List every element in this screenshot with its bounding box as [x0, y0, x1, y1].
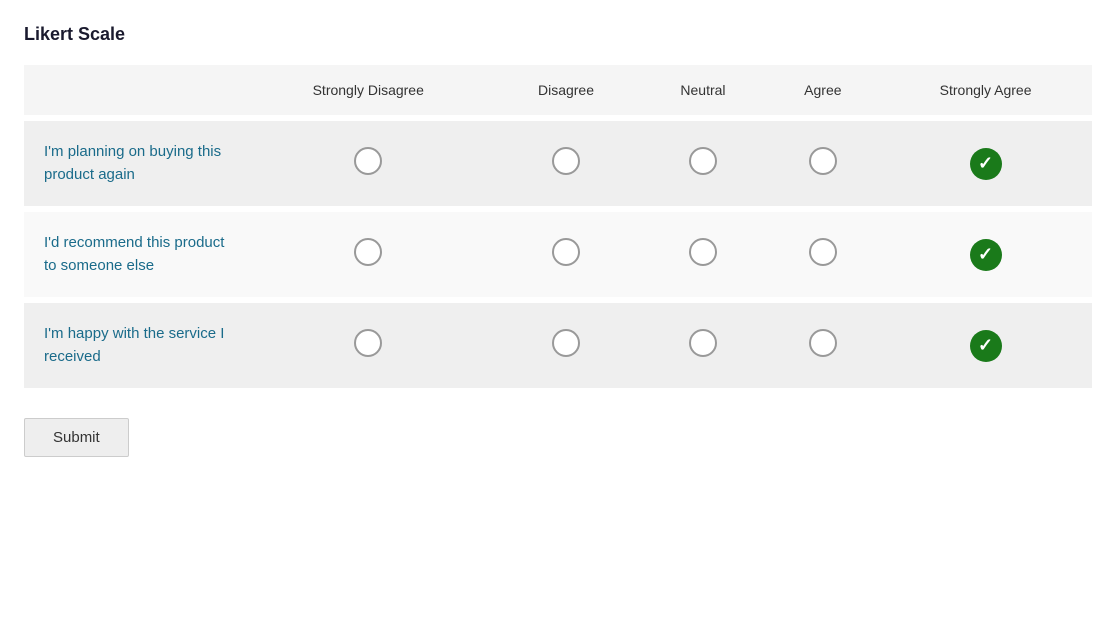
radio-cell-2-neutral[interactable]	[639, 300, 766, 388]
radio-unchecked-0-strongly_disagree[interactable]	[354, 147, 382, 175]
radio-unchecked-0-agree[interactable]	[809, 147, 837, 175]
radio-unchecked-2-disagree[interactable]	[552, 329, 580, 357]
header-neutral: Neutral	[639, 65, 766, 118]
page-title: Likert Scale	[24, 24, 1092, 45]
radio-cell-0-disagree[interactable]	[492, 118, 639, 209]
radio-unchecked-2-strongly_disagree[interactable]	[354, 329, 382, 357]
radio-cell-1-agree[interactable]	[766, 209, 879, 300]
radio-cell-1-neutral[interactable]	[639, 209, 766, 300]
radio-unchecked-1-neutral[interactable]	[689, 238, 717, 266]
radio-unchecked-2-agree[interactable]	[809, 329, 837, 357]
radio-cell-2-strongly_disagree[interactable]	[244, 300, 492, 388]
radio-cell-2-disagree[interactable]	[492, 300, 639, 388]
question-cell-1: I'd recommend this product to someone el…	[24, 209, 244, 300]
table-row: I'd recommend this product to someone el…	[24, 209, 1092, 300]
radio-unchecked-0-neutral[interactable]	[689, 147, 717, 175]
table-header-row: Strongly Disagree Disagree Neutral Agree…	[24, 65, 1092, 118]
radio-cell-1-disagree[interactable]	[492, 209, 639, 300]
header-agree: Agree	[766, 65, 879, 118]
header-question	[24, 65, 244, 118]
submit-button[interactable]: Submit	[24, 418, 129, 457]
radio-cell-0-strongly_agree[interactable]	[879, 118, 1092, 209]
radio-cell-2-strongly_agree[interactable]	[879, 300, 1092, 388]
question-cell-0: I'm planning on buying this product agai…	[24, 118, 244, 209]
radio-checked-0-strongly_agree[interactable]	[970, 148, 1002, 180]
radio-cell-1-strongly_agree[interactable]	[879, 209, 1092, 300]
radio-cell-1-strongly_disagree[interactable]	[244, 209, 492, 300]
header-disagree: Disagree	[492, 65, 639, 118]
table-row: I'm happy with the service I received	[24, 300, 1092, 388]
radio-unchecked-1-agree[interactable]	[809, 238, 837, 266]
radio-cell-0-agree[interactable]	[766, 118, 879, 209]
radio-unchecked-1-disagree[interactable]	[552, 238, 580, 266]
radio-unchecked-0-disagree[interactable]	[552, 147, 580, 175]
question-cell-2: I'm happy with the service I received	[24, 300, 244, 388]
table-row: I'm planning on buying this product agai…	[24, 118, 1092, 209]
radio-checked-1-strongly_agree[interactable]	[970, 239, 1002, 271]
likert-table: Strongly Disagree Disagree Neutral Agree…	[24, 65, 1092, 388]
radio-checked-2-strongly_agree[interactable]	[970, 330, 1002, 362]
header-strongly-disagree: Strongly Disagree	[244, 65, 492, 118]
radio-unchecked-2-neutral[interactable]	[689, 329, 717, 357]
header-strongly-agree: Strongly Agree	[879, 65, 1092, 118]
radio-unchecked-1-strongly_disagree[interactable]	[354, 238, 382, 266]
radio-cell-2-agree[interactable]	[766, 300, 879, 388]
radio-cell-0-strongly_disagree[interactable]	[244, 118, 492, 209]
radio-cell-0-neutral[interactable]	[639, 118, 766, 209]
